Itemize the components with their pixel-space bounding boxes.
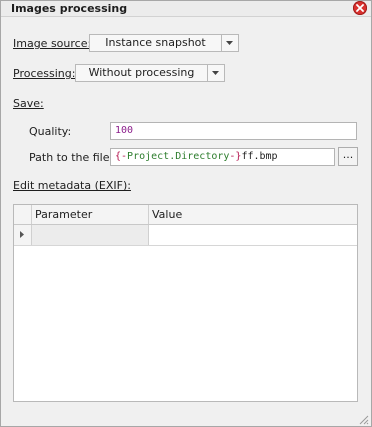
image-source-dropdown[interactable]: Instance snapshot — [89, 34, 239, 52]
parameter-cell[interactable] — [32, 225, 149, 245]
header-corner — [14, 205, 32, 224]
value-cell[interactable] — [149, 225, 357, 245]
path-suffix: ff.bmp — [241, 151, 278, 162]
path-variable-open: {- — [115, 151, 128, 162]
column-header-parameter[interactable]: Parameter — [32, 205, 149, 224]
chevron-down-icon — [222, 35, 238, 51]
path-input[interactable]: {-Project.Directory-}ff.bmp — [110, 148, 335, 166]
image-source-label: Image source: — [13, 37, 92, 50]
quality-value: 100 — [115, 125, 134, 136]
browse-button[interactable]: ... — [338, 147, 358, 166]
quality-input[interactable]: 100 — [110, 122, 357, 140]
processing-dropdown[interactable]: Without processing — [75, 64, 225, 82]
processing-label: Processing: — [13, 67, 76, 80]
images-processing-window: Images processing Image source: Instance… — [0, 0, 372, 427]
path-variable-close: -} — [229, 151, 242, 162]
quality-label: Quality: — [29, 125, 72, 138]
chevron-down-icon — [208, 65, 224, 81]
close-button[interactable] — [353, 1, 367, 15]
column-header-value[interactable]: Value — [149, 205, 357, 224]
save-label: Save: — [13, 97, 44, 110]
close-icon — [356, 4, 364, 12]
path-variable-name: Project.Directory — [127, 151, 230, 162]
image-source-value: Instance snapshot — [90, 35, 222, 51]
grid-header: Parameter Value — [14, 205, 357, 225]
edit-metadata-label: Edit metadata (EXIF): — [13, 179, 131, 192]
resize-grip-icon[interactable] — [357, 413, 369, 425]
path-label: Path to the file: — [29, 151, 114, 164]
row-indicator[interactable] — [14, 225, 32, 245]
table-row[interactable] — [14, 225, 357, 246]
title-bar: Images processing — [1, 1, 371, 17]
current-row-arrow-icon — [20, 231, 24, 238]
processing-value: Without processing — [76, 65, 208, 81]
window-title: Images processing — [11, 2, 128, 15]
metadata-grid: Parameter Value — [13, 204, 358, 402]
